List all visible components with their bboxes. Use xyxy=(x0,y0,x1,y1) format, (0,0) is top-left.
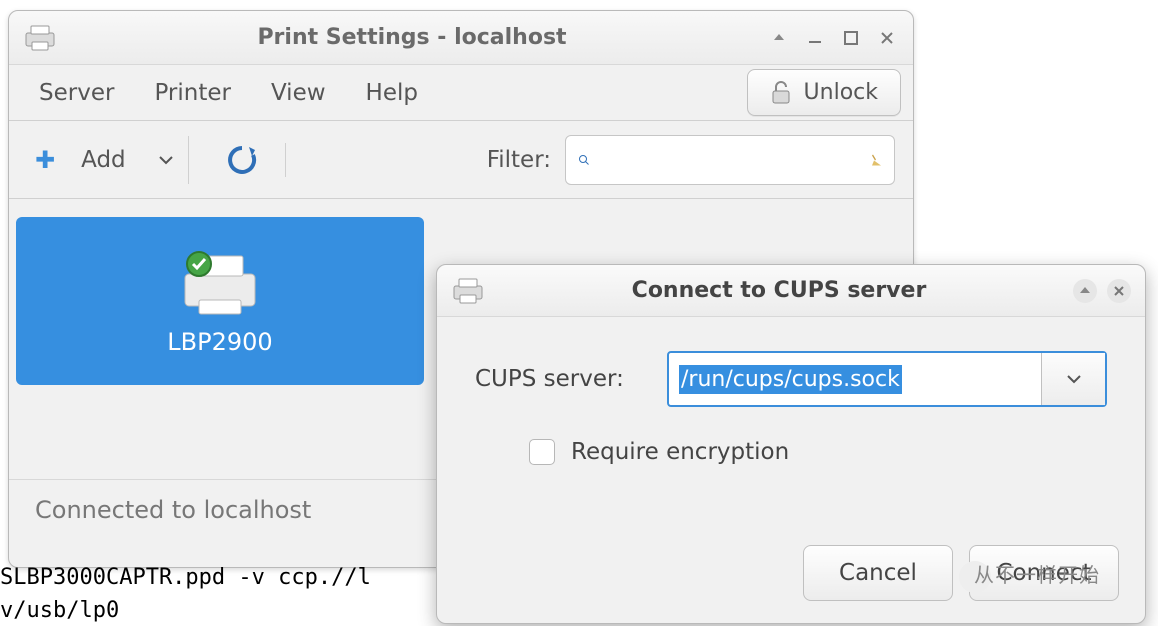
dialog-title: Connect to CUPS server xyxy=(495,278,1063,303)
terminal-line-1: SLBP3000CAPTR.ppd -v ccp.//l xyxy=(0,565,371,590)
connect-cups-dialog: Connect to CUPS server CUPS server: /run… xyxy=(436,264,1146,624)
unlock-label: Unlock xyxy=(804,80,878,105)
require-encryption-checkbox[interactable] xyxy=(529,439,555,465)
toolbar: ✚ Add Filter: xyxy=(9,121,913,199)
cups-server-value: /run/cups/cups.sock xyxy=(679,365,902,394)
filter-input[interactable] xyxy=(598,148,863,171)
cancel-button[interactable]: Cancel xyxy=(803,545,953,601)
menu-view[interactable]: View xyxy=(253,72,344,114)
filter-box xyxy=(565,135,895,185)
watermark-logo xyxy=(959,561,991,593)
printer-icon xyxy=(175,246,265,318)
titlebar-up-button[interactable] xyxy=(767,26,791,50)
refresh-button[interactable] xyxy=(199,143,286,177)
lock-open-icon xyxy=(770,81,792,105)
cups-server-dropdown-button[interactable] xyxy=(1041,353,1105,405)
dialog-close-button[interactable] xyxy=(1107,279,1131,303)
dialog-up-button[interactable] xyxy=(1073,279,1097,303)
printer-icon xyxy=(23,24,57,52)
plus-icon: ✚ xyxy=(35,146,55,174)
menubar: Server Printer View Help Unlock xyxy=(9,65,913,121)
printer-item-lbp2900[interactable]: LBP2900 xyxy=(16,217,424,385)
menu-server[interactable]: Server xyxy=(21,72,132,114)
titlebar: Print Settings - localhost xyxy=(9,11,913,65)
maximize-button[interactable] xyxy=(839,26,863,50)
status-text: Connected to localhost xyxy=(35,496,311,524)
filter-label: Filter: xyxy=(487,147,551,173)
search-icon xyxy=(578,148,590,172)
cups-server-label: CUPS server: xyxy=(475,366,645,392)
refresh-icon xyxy=(225,143,259,177)
window-title: Print Settings - localhost xyxy=(69,25,755,50)
dialog-titlebar: Connect to CUPS server xyxy=(437,265,1145,317)
unlock-button[interactable]: Unlock xyxy=(747,69,901,116)
printer-icon xyxy=(451,277,485,305)
cups-server-combobox[interactable]: /run/cups/cups.sock xyxy=(667,351,1107,407)
connect-button[interactable]: Connect xyxy=(969,545,1119,601)
terminal-line-2: v/usb/lp0 xyxy=(0,598,119,623)
chevron-down-icon xyxy=(158,155,174,165)
cancel-label: Cancel xyxy=(839,560,917,586)
add-printer-button[interactable]: ✚ Add xyxy=(27,136,189,184)
menu-printer[interactable]: Printer xyxy=(136,72,249,114)
connect-label: Connect xyxy=(996,560,1091,586)
broom-icon[interactable] xyxy=(871,147,882,173)
menu-help[interactable]: Help xyxy=(348,72,436,114)
chevron-down-icon xyxy=(1066,374,1082,384)
cups-server-input[interactable]: /run/cups/cups.sock xyxy=(669,353,1041,405)
minimize-button[interactable] xyxy=(803,26,827,50)
add-label: Add xyxy=(73,147,126,173)
printer-name: LBP2900 xyxy=(167,328,272,356)
require-encryption-label: Require encryption xyxy=(571,439,789,465)
close-button[interactable] xyxy=(875,26,899,50)
